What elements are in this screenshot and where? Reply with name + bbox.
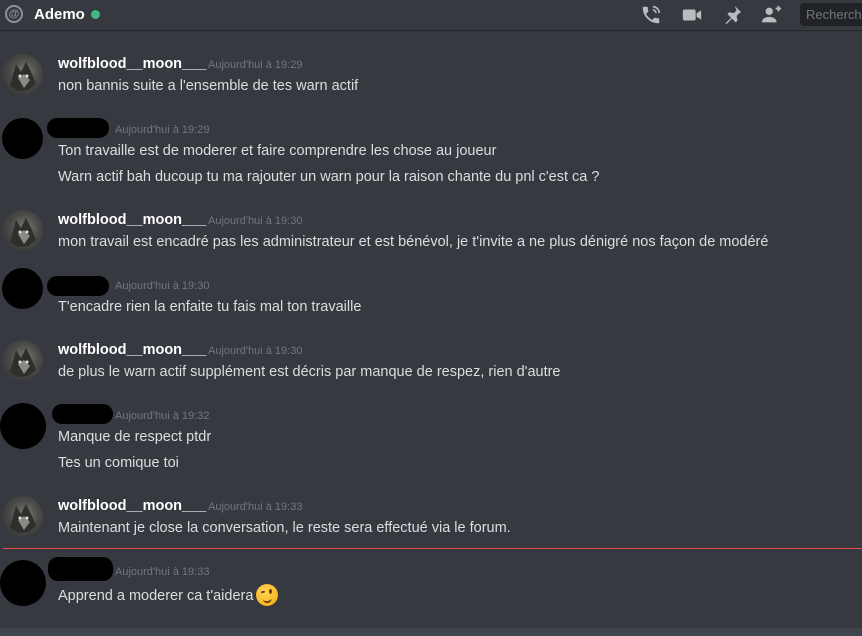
winking-face-emoji[interactable] xyxy=(256,584,279,606)
message-timestamp[interactable]: Aujourd'hui à 19:32 xyxy=(115,410,209,422)
message-text-content: Apprend a moderer ca t'aidera xyxy=(58,587,254,604)
username[interactable]: wolfblood__moon___ xyxy=(58,56,206,72)
message-text: Maintenant je close la conversation, le … xyxy=(58,520,511,536)
message-timestamp[interactable]: Aujourd'hui à 19:30 xyxy=(208,215,302,227)
redacted-username xyxy=(47,118,109,138)
redacted-username xyxy=(52,404,113,424)
message-text: Warn actif bah ducoup tu ma rajouter un … xyxy=(58,169,600,185)
avatar[interactable] xyxy=(2,210,43,251)
avatar[interactable] xyxy=(2,268,43,309)
message-timestamp[interactable]: Aujourd'hui à 19:30 xyxy=(115,280,209,292)
at-icon: @ xyxy=(5,5,23,23)
phone-call-icon[interactable] xyxy=(640,4,662,26)
message-timestamp[interactable]: Aujourd'hui à 19:33 xyxy=(115,566,209,578)
avatar[interactable] xyxy=(2,54,43,95)
message-text: Apprend a moderer ca t'aidera xyxy=(58,584,279,607)
message-timestamp[interactable]: Aujourd'hui à 19:29 xyxy=(208,59,302,71)
online-status-indicator xyxy=(91,10,100,19)
username[interactable]: wolfblood__moon___ xyxy=(58,212,206,228)
video-call-icon[interactable] xyxy=(681,4,703,26)
message-text: Ton travaille est de moderer et faire co… xyxy=(58,143,497,159)
message-timestamp[interactable]: Aujourd'hui à 19:29 xyxy=(115,124,209,136)
message-text: mon travail est encadré pas les administ… xyxy=(58,234,769,250)
avatar[interactable] xyxy=(2,340,43,381)
channel-header: @ Ademo Rechercher xyxy=(0,0,862,30)
message-text: de plus le warn actif supplément est déc… xyxy=(58,364,561,380)
channel-name: Ademo xyxy=(34,6,85,23)
avatar[interactable] xyxy=(0,403,46,449)
message-text: Tes un comique toi xyxy=(58,455,179,471)
search-input[interactable]: Rechercher xyxy=(800,3,862,26)
redacted-username xyxy=(47,276,109,296)
new-messages-divider xyxy=(3,548,862,549)
message-timestamp[interactable]: Aujourd'hui à 19:33 xyxy=(208,501,302,513)
avatar[interactable] xyxy=(2,496,43,537)
avatar[interactable] xyxy=(2,118,43,159)
message-composer[interactable] xyxy=(0,628,862,636)
message-text: T'encadre rien la enfaite tu fais mal to… xyxy=(58,299,362,315)
add-friend-icon[interactable] xyxy=(761,4,783,26)
username[interactable]: wolfblood__moon___ xyxy=(58,342,206,358)
avatar[interactable] xyxy=(0,560,46,606)
message-text: non bannis suite a l'ensemble de tes war… xyxy=(58,78,359,94)
pin-icon[interactable] xyxy=(721,4,743,26)
username[interactable]: wolfblood__moon___ xyxy=(58,498,206,514)
message-timestamp[interactable]: Aujourd'hui à 19:30 xyxy=(208,345,302,357)
message-text: Manque de respect ptdr xyxy=(58,429,212,445)
redacted-username xyxy=(48,557,113,581)
